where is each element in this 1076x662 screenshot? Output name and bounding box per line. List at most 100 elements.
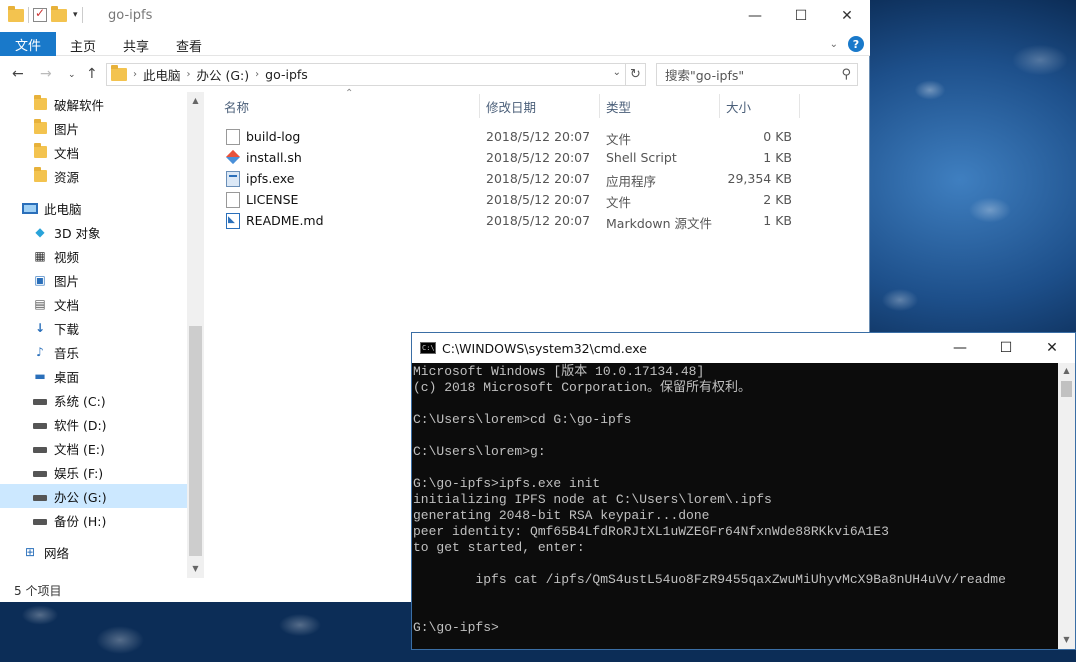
- nav-scrollbar[interactable]: ▲ ▼: [187, 92, 204, 578]
- properties-icon[interactable]: [33, 6, 47, 22]
- scrollbar-thumb[interactable]: [189, 326, 202, 556]
- cmd-scrollbar[interactable]: ▲ ▼: [1058, 363, 1075, 649]
- column-header-type[interactable]: 类型: [606, 92, 631, 120]
- breadcrumb-drive-g[interactable]: 办公 (G:): [197, 65, 250, 84]
- cmd-close-button[interactable]: ✕: [1029, 333, 1075, 363]
- table-row[interactable]: build-log 2018/5/12 20:07 文件 0 KB: [210, 126, 870, 147]
- shell-script-icon: [226, 150, 240, 166]
- refresh-button[interactable]: ↻: [626, 63, 646, 86]
- column-divider[interactable]: [599, 94, 600, 118]
- cmd-titlebar[interactable]: C:\ C:\WINDOWS\system32\cmd.exe — ☐ ✕: [412, 333, 1075, 363]
- tab-home[interactable]: 主页: [70, 36, 96, 55]
- tab-file[interactable]: 文件: [0, 32, 56, 56]
- nav-item-drive-g[interactable]: 办公 (G:): [0, 484, 187, 508]
- forward-arrow-icon[interactable]: →: [40, 66, 52, 82]
- search-icon: ⚲: [841, 67, 851, 82]
- explorer-titlebar[interactable]: ▾ go-ipfs — ☐ ✕: [0, 0, 870, 32]
- column-header-name[interactable]: 名称: [224, 92, 249, 120]
- minimize-button[interactable]: —: [732, 0, 778, 32]
- nav-label: 软件 (D:): [54, 417, 107, 433]
- table-row[interactable]: README.md 2018/5/12 20:07 Markdown 源文件 1…: [210, 210, 870, 231]
- breadcrumb-this-pc[interactable]: 此电脑: [143, 65, 181, 84]
- file-type: 文件: [606, 195, 632, 210]
- nav-item-drive-h[interactable]: 备份 (H:): [0, 508, 187, 532]
- nav-item-drive-c[interactable]: 系统 (C:): [0, 388, 187, 412]
- nav-item-drive-f[interactable]: 娱乐 (F:): [0, 460, 187, 484]
- drive-icon: [32, 417, 48, 431]
- nav-label: 此电脑: [44, 201, 82, 217]
- nav-item-3d-objects[interactable]: ◆ 3D 对象: [0, 220, 187, 244]
- file-size: 1 KB: [763, 213, 792, 228]
- nav-item-drive-e[interactable]: 文档 (E:): [0, 436, 187, 460]
- cmd-window-title: C:\WINDOWS\system32\cmd.exe: [442, 341, 647, 356]
- scroll-up-icon[interactable]: ▲: [187, 96, 204, 105]
- nav-item-resources-folder[interactable]: 资源: [0, 164, 187, 188]
- nav-item-cracked-software[interactable]: 破解软件: [0, 92, 187, 116]
- column-divider[interactable]: [479, 94, 480, 118]
- nav-item-pictures-folder[interactable]: 图片: [0, 116, 187, 140]
- toolbar-divider: [81, 7, 83, 23]
- documents-icon: ▤: [34, 297, 46, 311]
- download-icon: ↓: [34, 321, 46, 335]
- file-size: 1 KB: [763, 150, 792, 165]
- up-arrow-icon[interactable]: ↑: [86, 66, 98, 82]
- tab-view[interactable]: 查看: [176, 36, 202, 55]
- scroll-down-icon[interactable]: ▼: [187, 564, 204, 573]
- help-icon[interactable]: ?: [848, 36, 864, 52]
- expand-ribbon-icon[interactable]: ⌄: [830, 39, 838, 50]
- scroll-up-icon[interactable]: ▲: [1058, 366, 1075, 375]
- scroll-down-icon[interactable]: ▼: [1058, 635, 1075, 644]
- customize-toolbar-icon[interactable]: ▾: [73, 10, 78, 20]
- search-input[interactable]: 搜索"go-ipfs" ⚲: [656, 63, 858, 86]
- nav-label: 图片: [54, 121, 80, 137]
- nav-item-music[interactable]: ♪ 音乐: [0, 340, 187, 364]
- folder-icon: [8, 5, 24, 22]
- tab-share[interactable]: 共享: [123, 36, 149, 55]
- nav-item-network[interactable]: ⊞ 网络: [0, 540, 187, 564]
- chevron-right-icon[interactable]: ›: [133, 69, 137, 80]
- ribbon-controls: ⌄ ?: [830, 36, 864, 52]
- column-header-size[interactable]: 大小: [726, 92, 751, 120]
- folder-icon: [32, 119, 48, 135]
- nav-item-downloads[interactable]: ↓ 下载: [0, 316, 187, 340]
- new-folder-icon[interactable]: [51, 5, 67, 22]
- chevron-right-icon[interactable]: ›: [255, 69, 259, 80]
- nav-label: 下载: [54, 321, 80, 337]
- nav-label: 文档: [54, 145, 80, 161]
- nav-label: 破解软件: [54, 97, 105, 113]
- breadcrumb-go-ipfs[interactable]: go-ipfs: [265, 67, 308, 82]
- file-name: build-log: [246, 129, 301, 144]
- cmd-maximize-button[interactable]: ☐: [983, 333, 1029, 363]
- column-divider[interactable]: [799, 94, 800, 118]
- table-row[interactable]: LICENSE 2018/5/12 20:07 文件 2 KB: [210, 189, 870, 210]
- address-input[interactable]: › 此电脑 › 办公 (G:) › go-ipfs ⌄: [106, 63, 626, 86]
- back-arrow-icon[interactable]: ←: [12, 66, 24, 82]
- nav-label: 文档: [54, 297, 80, 313]
- recent-locations-icon[interactable]: ⌄: [68, 70, 76, 80]
- file-date: 2018/5/12 20:07: [486, 150, 591, 165]
- markdown-icon: [226, 213, 240, 229]
- table-row[interactable]: ipfs.exe 2018/5/12 20:07 应用程序 29,354 KB: [210, 168, 870, 189]
- column-header-date[interactable]: 修改日期: [486, 92, 536, 120]
- nav-item-drive-d[interactable]: 软件 (D:): [0, 412, 187, 436]
- cmd-minimize-button[interactable]: —: [937, 333, 983, 363]
- maximize-button[interactable]: ☐: [778, 0, 824, 32]
- navigation-pane: 破解软件 图片 文档 资源 此电脑 ◆ 3D 对象 ▦ 视频 ▣ 图片 ▤ 文档…: [0, 92, 204, 578]
- nav-item-documents-folder[interactable]: 文档: [0, 140, 187, 164]
- table-row[interactable]: install.sh 2018/5/12 20:07 Shell Script …: [210, 147, 870, 168]
- drive-icon: [32, 465, 48, 479]
- nav-item-this-pc[interactable]: 此电脑: [0, 196, 187, 220]
- scrollbar-thumb[interactable]: [1061, 381, 1072, 397]
- nav-item-documents[interactable]: ▤ 文档: [0, 292, 187, 316]
- nav-label: 资源: [54, 169, 80, 185]
- pictures-icon: ▣: [34, 273, 46, 287]
- console-output[interactable]: Microsoft Windows [版本 10.0.17134.48] (c)…: [412, 363, 1058, 649]
- address-dropdown-icon[interactable]: ⌄: [613, 67, 621, 78]
- nav-item-desktop[interactable]: ▬ 桌面: [0, 364, 187, 388]
- file-type: Markdown 源文件: [606, 216, 713, 231]
- chevron-right-icon[interactable]: ›: [187, 69, 191, 80]
- column-divider[interactable]: [719, 94, 720, 118]
- close-button[interactable]: ✕: [824, 0, 870, 32]
- nav-item-videos[interactable]: ▦ 视频: [0, 244, 187, 268]
- nav-item-pictures[interactable]: ▣ 图片: [0, 268, 187, 292]
